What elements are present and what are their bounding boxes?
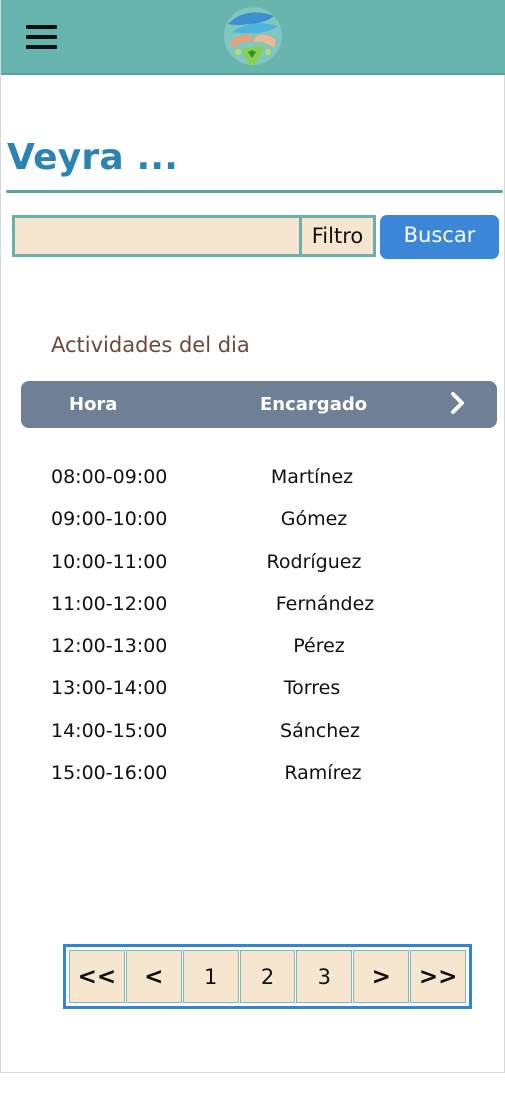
row-time: 11:00-12:00 [51,592,168,615]
row-person: Torres [283,677,341,700]
title-divider [6,190,503,193]
row-time: 10:00-11:00 [51,550,168,573]
row-person: Gómez [280,508,348,531]
row-time: 09:00-10:00 [51,508,168,531]
row-person: Rodríguez [266,550,362,573]
page-last-button[interactable]: >> [410,950,467,1003]
search-button[interactable]: Buscar [380,215,499,259]
column-header-time: Hora [69,394,118,415]
pagination: << < 1 2 3 > >> [63,944,472,1009]
table-row: 14:00-15:00 Sánchez [1,710,505,752]
section-title: Actividades del dia [51,333,250,357]
top-bar [1,0,505,75]
column-header-person: Encargado [260,394,368,415]
row-time: 13:00-14:00 [51,677,168,700]
page-1-button[interactable]: 1 [182,950,239,1003]
page-next-button[interactable]: > [353,950,410,1003]
table-row: 12:00-13:00 Pérez [1,625,505,667]
row-person: Sánchez [280,719,360,742]
table-row: 15:00-16:00 Ramírez [1,752,505,794]
table-row: 08:00-09:00 Martínez [1,456,505,498]
table-row: 10:00-11:00 Rodríguez [1,541,505,583]
table-row: 13:00-14:00 Torres [1,667,505,709]
table-row: 09:00-10:00 Gómez [1,498,505,540]
page-2-button[interactable]: 2 [239,950,296,1003]
row-person: Fernández [275,592,375,615]
row-person: Ramírez [284,762,362,785]
row-time: 14:00-15:00 [51,719,168,742]
page-prev-button[interactable]: < [125,950,182,1003]
hamburger-menu-icon[interactable] [26,25,57,49]
row-time: 15:00-16:00 [51,762,168,785]
table-header: Hora Encargado [21,381,497,428]
page-title: Veyra ... [7,137,179,178]
page-3-button[interactable]: 3 [296,950,353,1003]
app-frame: Veyra ... Filtro Buscar Actividades del … [0,0,505,1073]
row-person: Pérez [293,635,345,658]
hands-heart-logo-icon [224,7,282,66]
chevron-right-icon[interactable] [448,391,468,415]
page-first-button[interactable]: << [69,950,125,1003]
filter-button[interactable]: Filtro [299,215,376,257]
search-input[interactable] [12,215,302,257]
table-row: 11:00-12:00 Fernández [1,583,505,625]
row-time: 08:00-09:00 [51,466,168,488]
row-person: Martínez [270,466,354,488]
activities-list: 08:00-09:00 Martínez 09:00-10:00 Gómez 1… [1,456,505,794]
row-time: 12:00-13:00 [51,635,168,658]
